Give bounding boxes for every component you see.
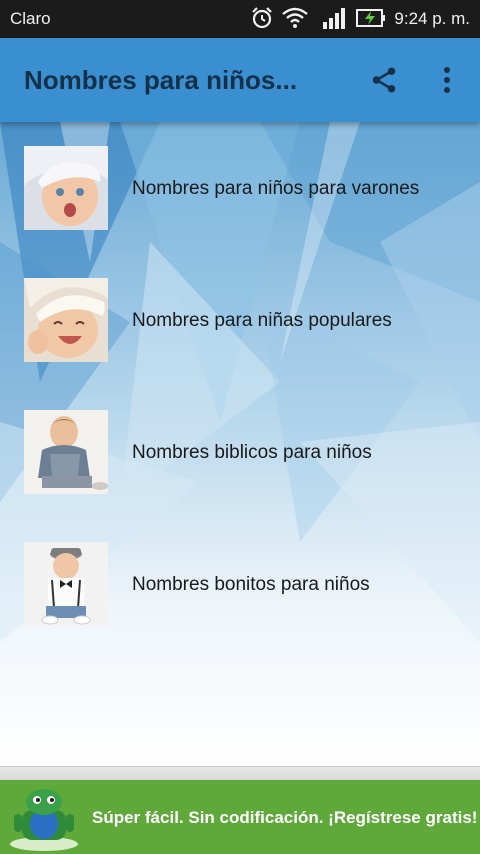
list-item[interactable]: Nombres para niños para varones: [0, 146, 480, 236]
share-icon: [372, 67, 396, 93]
baby-photo: [24, 278, 108, 362]
ad-text[interactable]: Súper fácil. Sin codificación. ¡Regístre…: [92, 808, 477, 828]
more-options-button[interactable]: [432, 62, 462, 98]
share-button[interactable]: [366, 62, 402, 98]
thumbnail: [24, 542, 108, 626]
more-vert-icon: [444, 67, 450, 93]
carrier-name: Claro: [10, 9, 51, 28]
list-item-label: Nombres para niños para varones: [132, 178, 420, 199]
list-item-label: Nombres bonitos para niños: [132, 574, 370, 595]
clock: 9:24 p. m.: [394, 9, 470, 28]
list-item[interactable]: Nombres bonitos para niños: [0, 542, 480, 632]
list-item-label: Nombres para niñas populares: [132, 310, 392, 331]
status-bar: Claro 9:24 p. m.: [0, 0, 480, 38]
thumbnail: [24, 146, 108, 230]
alarm-icon: [252, 7, 272, 29]
ad-banner[interactable]: Súper fácil. Sin codificación. ¡Regístre…: [0, 780, 480, 854]
list-item[interactable]: Nombres biblicos para niños: [0, 410, 480, 500]
android-mascot-icon: [10, 789, 78, 851]
list-item[interactable]: Nombres para niñas populares: [0, 278, 480, 368]
content-area[interactable]: Nombres para niños para varones Nombres …: [0, 122, 480, 766]
list-item-label: Nombres biblicos para niños: [132, 442, 372, 463]
ad-divider: [0, 766, 480, 780]
battery-charging-icon: [356, 9, 385, 27]
page-title: Nombres para niños...: [24, 65, 298, 95]
app-bar: Nombres para niños...: [0, 38, 480, 122]
toddler-photo: [24, 410, 108, 494]
toddler-photo: [24, 542, 108, 626]
wifi-icon: [282, 7, 308, 28]
signal-icon: [323, 8, 345, 29]
thumbnail: [24, 278, 108, 362]
baby-photo: [24, 146, 108, 230]
thumbnail: [24, 410, 108, 494]
